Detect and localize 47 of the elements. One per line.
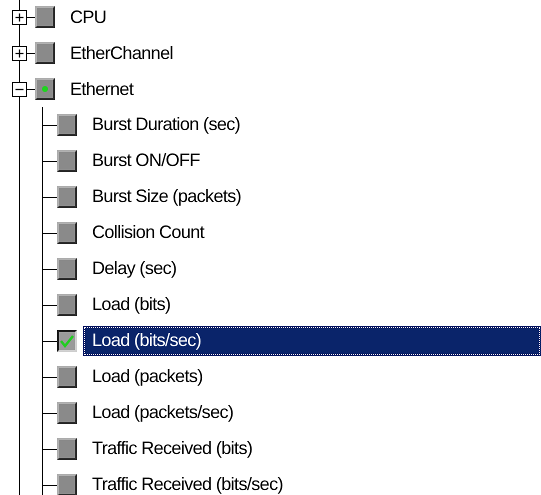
plus-icon [13, 10, 26, 24]
checkbox[interactable] [57, 258, 77, 280]
checkbox[interactable] [57, 186, 77, 208]
checkbox[interactable] [35, 78, 55, 100]
tree-line [19, 35, 36, 71]
tree-item[interactable]: Load (packets/sec) [83, 398, 242, 428]
tree-line [19, 395, 57, 431]
tree-line [19, 359, 57, 395]
checkbox[interactable] [57, 474, 77, 495]
checkbox[interactable] [35, 42, 55, 64]
tree-line [19, 287, 57, 323]
tree-item[interactable]: Traffic Received (bits/sec) [83, 470, 292, 495]
checkbox[interactable] [57, 330, 77, 352]
expander[interactable] [12, 10, 27, 24]
tree-item[interactable]: Load (bits) [83, 290, 180, 320]
tree-item[interactable]: Burst Size (packets) [83, 182, 250, 212]
plus-icon [13, 46, 26, 60]
tree-line [19, 467, 57, 495]
tree-line [19, 323, 57, 359]
tree-line [19, 143, 57, 179]
tree-line [19, 251, 57, 287]
checkbox[interactable] [57, 294, 77, 316]
tree-item[interactable]: Load (packets) [83, 362, 212, 392]
tree-line [19, 179, 57, 215]
tree-line [19, 0, 36, 35]
expander[interactable] [12, 82, 27, 96]
checkbox[interactable] [57, 222, 77, 244]
tree-item[interactable]: Collision Count [83, 218, 214, 248]
tree-line [19, 431, 57, 467]
checkmark-icon [60, 334, 74, 348]
checkbox[interactable] [57, 114, 77, 136]
tree-item[interactable]: Burst Duration (sec) [83, 110, 250, 140]
tree-line [19, 215, 57, 251]
tree-item[interactable]: EtherChannel [67, 39, 176, 67]
checkbox[interactable] [57, 438, 77, 460]
tree-item[interactable]: Burst ON/OFF [83, 146, 209, 176]
tree-item[interactable]: Load (bits/sec) [83, 326, 541, 356]
tree-item[interactable]: Delay (sec) [83, 254, 186, 284]
checkbox[interactable] [57, 150, 77, 172]
tree-item[interactable]: CPU [67, 3, 110, 31]
expander[interactable] [12, 46, 27, 60]
checkbox[interactable] [57, 366, 77, 388]
checkbox[interactable] [35, 6, 55, 28]
checkbox[interactable] [57, 402, 77, 424]
tree-item[interactable]: Traffic Received (bits) [83, 434, 262, 464]
dot-icon [42, 86, 48, 92]
tree-item[interactable]: Ethernet [67, 75, 136, 103]
